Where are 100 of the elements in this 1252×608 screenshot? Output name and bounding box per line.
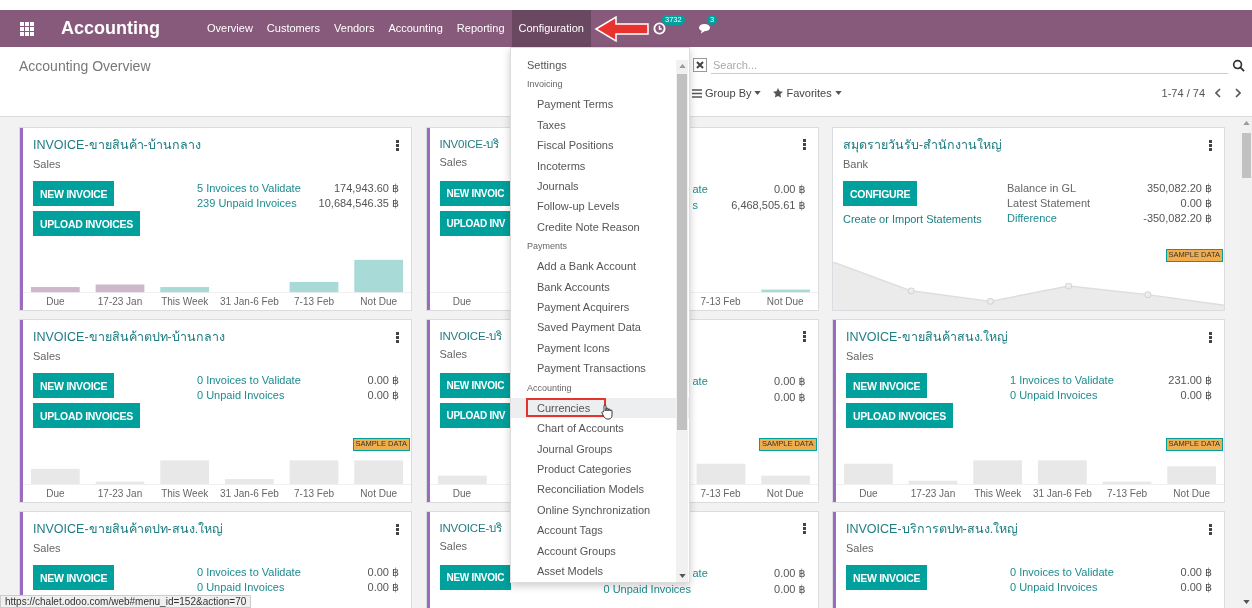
scrollbar-thumb[interactable] [1242, 133, 1251, 178]
kebab-menu-icon[interactable] [802, 522, 806, 534]
action-button[interactable]: NEW INVOIC [439, 181, 512, 206]
stat-link[interactable]: ate [692, 373, 708, 389]
menu-item[interactable]: Settings [511, 55, 689, 76]
nav-menu-item[interactable]: Configuration [511, 10, 591, 47]
stat-link[interactable]: 0 Unpaid Invoices [603, 581, 691, 597]
stat-link[interactable]: 0 Unpaid Invoices [1010, 388, 1098, 403]
clock-icon[interactable] [653, 22, 666, 35]
menu-item[interactable]: Payment Terms [511, 94, 689, 115]
nav-menu-item[interactable]: Overview [200, 10, 260, 47]
menu-item[interactable]: Reconciliation Models [511, 479, 689, 500]
journal-title[interactable]: INVOICE-ขายสินค้าตปท-บ้านกลาง [33, 327, 225, 347]
action-button[interactable]: NEW INVOICE [33, 373, 115, 398]
stat-link[interactable]: ate [692, 181, 708, 197]
menu-item[interactable]: Add a Bank Account [511, 256, 689, 277]
stat-amount: 231.00 ฿ [1167, 373, 1212, 388]
favorites-button[interactable]: Favorites [771, 87, 844, 99]
kebab-menu-icon[interactable] [802, 330, 806, 342]
close-icon[interactable] [693, 58, 707, 72]
action-button[interactable]: NEW INVOICE [846, 565, 928, 590]
stat-link[interactable]: 1 Invoices to Validate [1010, 373, 1114, 388]
search-icon[interactable] [1232, 58, 1245, 72]
kebab-menu-icon[interactable] [802, 138, 806, 150]
menu-item[interactable]: Account Groups [511, 540, 689, 561]
stat-link[interactable]: Difference [1007, 211, 1057, 226]
stat-link[interactable]: s [692, 197, 698, 213]
chart-axis-label: 7-13 Feb [294, 488, 335, 499]
menu-item[interactable]: Taxes [511, 114, 689, 136]
kebab-menu-icon[interactable] [396, 331, 399, 343]
nav-menu-item[interactable]: Customers [259, 10, 328, 47]
kebab-menu-icon[interactable] [1209, 331, 1212, 343]
journal-title[interactable]: INV0ICE-บริ [439, 135, 500, 153]
journal-title[interactable]: สมุดรายวันรับ-สำนักงานใหญ่ [843, 135, 1003, 155]
menu-item[interactable]: Product Categories [511, 458, 689, 480]
nav-menu-item[interactable]: Accounting [381, 10, 450, 47]
stat-link[interactable]: 0 Unpaid Invoices [197, 580, 285, 595]
menu-item[interactable]: Journals [511, 176, 689, 197]
kebab-menu-icon[interactable] [396, 139, 399, 151]
menu-item[interactable]: Fiscal Positions [511, 135, 689, 156]
kebab-menu-icon[interactable] [1209, 139, 1212, 151]
action-button[interactable]: NEW INVOICE [33, 181, 115, 206]
menu-item[interactable]: Follow-up Levels [511, 196, 689, 217]
action-button[interactable]: CONFIGURE [843, 181, 918, 206]
stat-link[interactable]: 0 Invoices to Validate [1010, 565, 1114, 580]
kebab-menu-icon[interactable] [396, 523, 399, 535]
nav-menu-item[interactable]: Reporting [449, 10, 512, 47]
action-button[interactable]: UPLOAD INV [439, 403, 513, 428]
chat-icon[interactable] [698, 23, 711, 34]
action-button[interactable]: UPLOAD INVOICES [33, 403, 140, 428]
scroll-down-icon[interactable] [679, 574, 686, 578]
action-button[interactable]: NEW INVOIC [439, 565, 512, 590]
journal-title[interactable]: INVOICE-บริ [439, 327, 502, 345]
journal-type: Sales [846, 542, 874, 554]
menu-item[interactable]: Saved Payment Data [511, 317, 689, 338]
menu-item[interactable]: Payment Icons [511, 337, 689, 359]
menu-item[interactable]: Account Tags [511, 520, 689, 541]
action-button[interactable]: NEW INVOICE [33, 565, 115, 590]
action-button[interactable]: UPLOAD INVOICES [33, 211, 140, 236]
nav-menu-item[interactable]: Vendors [327, 10, 382, 47]
menu-item[interactable]: Payment Acquirers [511, 297, 689, 318]
stat-link[interactable]: ate [692, 565, 708, 581]
journal-title[interactable]: INVOICE-ขายสินค้า-บ้านกลาง [33, 135, 201, 155]
menu-item[interactable]: Payment Transactions [511, 358, 689, 379]
action-button[interactable]: UPLOAD INV [439, 211, 513, 236]
stat-link[interactable]: 0 Invoices to Validate [197, 565, 301, 580]
scroll-down-icon[interactable] [1243, 600, 1250, 604]
scrollbar-thumb[interactable] [677, 74, 687, 430]
chart-point [1065, 282, 1073, 290]
stat-link[interactable]: 239 Unpaid Invoices [197, 196, 297, 211]
menu-item[interactable]: Currencies [511, 397, 689, 419]
menu-item[interactable]: Journal Groups [511, 438, 689, 459]
stat-link[interactable]: 0 Unpaid Invoices [1010, 580, 1098, 595]
action-button[interactable]: NEW INVOICE [846, 373, 928, 398]
journal-title[interactable]: INVOICE-ขายสินค้าตปท-สนง.ใหญ่ [33, 519, 224, 539]
stat-link[interactable]: 0 Invoices to Validate [197, 373, 301, 388]
journal-title[interactable]: INVOICE-บริ [439, 519, 502, 537]
journal-title[interactable]: INVOICE-บริการตปท-สนง.ใหญ่ [846, 519, 1019, 539]
star-icon [773, 88, 784, 98]
action-button[interactable]: NEW INVOIC [439, 373, 512, 398]
group-by-button[interactable]: Group By [690, 87, 764, 99]
stat-amount: 0.00 ฿ [366, 388, 399, 403]
menu-item[interactable]: Bank Accounts [511, 276, 689, 298]
action-button[interactable]: UPLOAD INVOICES [846, 403, 953, 428]
stat-link[interactable]: 5 Invoices to Validate [197, 181, 301, 196]
menu-item[interactable]: Asset Models [511, 560, 689, 582]
chart-bar [160, 287, 210, 293]
menu-item[interactable]: Credite Note Reason [511, 216, 689, 238]
stat-link[interactable]: 0 Unpaid Invoices [197, 388, 285, 403]
menu-item[interactable]: Incoterms [511, 155, 689, 177]
menu-item[interactable]: Online Synchronization [511, 499, 689, 521]
menu-item[interactable]: Chart of Accounts [511, 418, 689, 439]
pager-text: 1-74 / 74 [1161, 87, 1205, 99]
kebab-menu-icon[interactable] [1209, 523, 1212, 535]
search-field[interactable]: Search... [711, 56, 1228, 74]
scrollbar[interactable] [676, 60, 688, 582]
chart-axis-label: Due [859, 488, 878, 499]
journal-title[interactable]: INVOICE-ขายสินค้าสนง.ใหญ่ [846, 327, 1009, 347]
apps-menu-icon[interactable] [20, 21, 34, 36]
statements-link[interactable]: Create or Import Statements [843, 213, 982, 225]
